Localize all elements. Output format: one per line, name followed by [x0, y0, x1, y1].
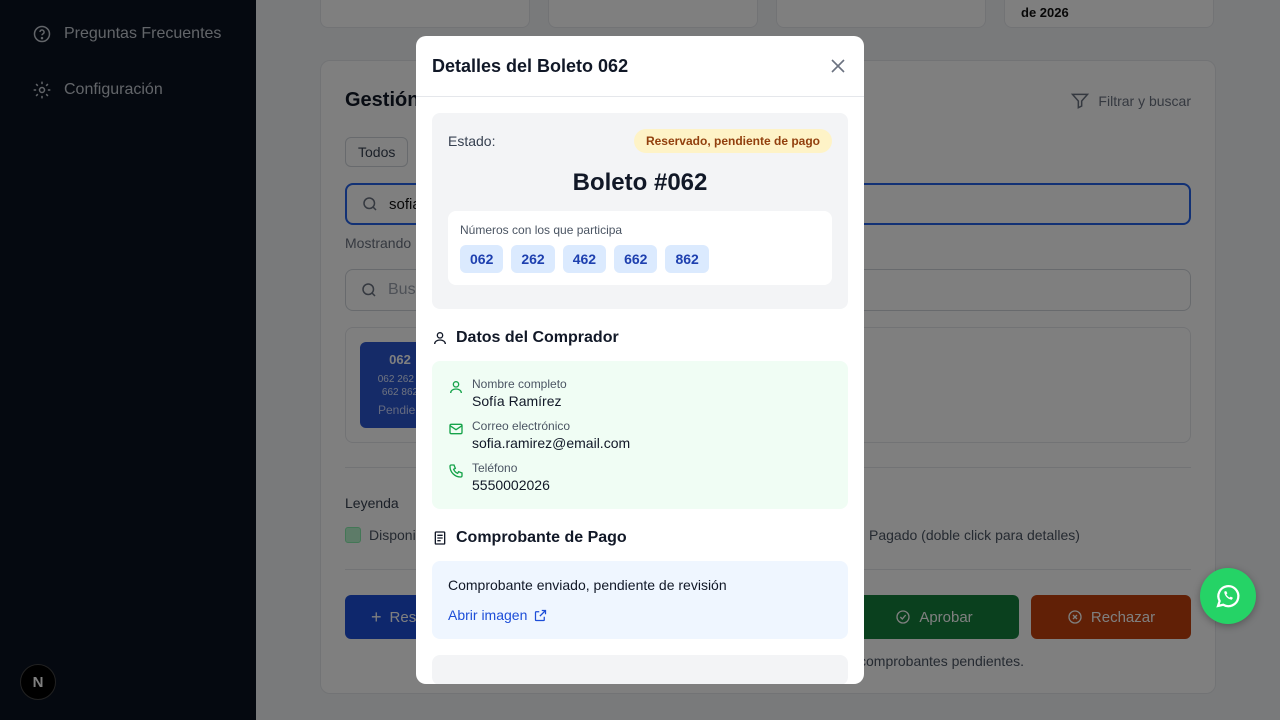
ticket-details-modal: Detalles del Boleto 062 Estado: Reservad…: [416, 36, 864, 684]
buyer-email-row: Correo electrónico sofia.ramirez@email.c…: [448, 419, 832, 451]
receipt-card: Comprobante enviado, pendiente de revisi…: [432, 561, 848, 639]
receipt-icon: [434, 531, 446, 545]
user-icon: [450, 381, 462, 394]
field-label: Nombre completo: [472, 377, 567, 391]
state-card: Estado: Reservado, pendiente de pago Bol…: [432, 113, 848, 309]
buyer-name-row: Nombre completo Sofía Ramírez: [448, 377, 832, 409]
modal-title: Detalles del Boleto 062: [432, 55, 629, 76]
phone-icon: [449, 464, 463, 478]
section-title-text: Datos del Comprador: [456, 329, 619, 346]
open-image-label: Abrir imagen: [448, 607, 528, 623]
buyer-name: Sofía Ramírez: [472, 393, 562, 409]
number-chip: 462: [562, 245, 607, 273]
close-icon: [831, 59, 845, 73]
state-row: Estado: Reservado, pendiente de pago: [448, 129, 832, 153]
numbers-label: Números con los que participa: [460, 223, 623, 237]
close-button[interactable]: [828, 56, 848, 76]
mail-icon: [449, 423, 463, 435]
number-chip: 662: [614, 245, 658, 273]
field-label: Teléfono: [472, 461, 518, 475]
user-icon: [434, 332, 446, 345]
field-label: Correo electrónico: [472, 419, 571, 433]
open-image-link[interactable]: Abrir imagen: [448, 607, 832, 623]
modal-body: Estado: Reservado, pendiente de pago Bol…: [416, 97, 864, 684]
buyer-card: Nombre completo Sofía Ramírez Correo ele…: [432, 361, 848, 509]
number-chip: 062: [460, 245, 504, 273]
next-section-card: [432, 655, 848, 684]
buyer-phone-row: Teléfono 5550002026: [448, 461, 832, 493]
buyer-email: sofia.ramirez@email.com: [472, 435, 631, 451]
whatsapp-icon: [1216, 585, 1240, 608]
external-link-icon: [535, 609, 547, 621]
ticket-title: Boleto #062: [572, 169, 708, 196]
whatsapp-button[interactable]: [1200, 568, 1256, 624]
number-chips: 062 262 462 662 862: [460, 245, 820, 273]
receipt-section-title: Comprobante de Pago: [432, 529, 848, 547]
state-label: Estado:: [448, 133, 496, 149]
number-chip: 862: [665, 245, 709, 273]
buyer-section-title: Datos del Comprador: [432, 329, 848, 347]
receipt-status: Comprobante enviado, pendiente de revisi…: [448, 577, 727, 593]
number-chip: 262: [511, 245, 555, 273]
modal-header: Detalles del Boleto 062: [416, 36, 864, 97]
section-title-text: Comprobante de Pago: [456, 529, 627, 546]
status-badge: Reservado, pendiente de pago: [633, 129, 832, 153]
buyer-phone: 5550002026: [472, 477, 550, 493]
numbers-card: Números con los que participa 062 262 46…: [448, 211, 832, 285]
